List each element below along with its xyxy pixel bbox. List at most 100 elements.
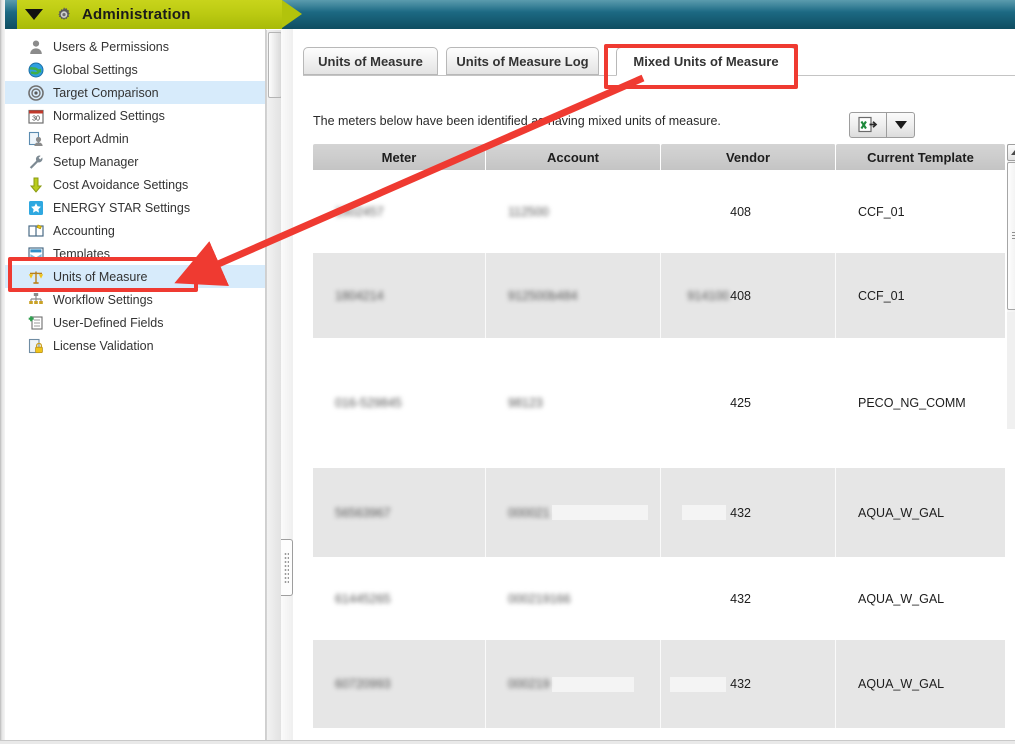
table-row[interactable]: 61445265 000219166 432 AQUA_W_GAL bbox=[313, 557, 1005, 640]
cell-value-redacted: 000219 bbox=[508, 677, 550, 691]
add-field-icon bbox=[27, 314, 45, 332]
sidebar-item-label: Report Admin bbox=[53, 132, 129, 146]
tab-label: Units of Measure bbox=[318, 54, 423, 69]
cell-value-redacted: 1804214 bbox=[335, 289, 384, 303]
sidebar-item-label: Users & Permissions bbox=[53, 40, 169, 54]
down-arrow-icon bbox=[27, 176, 45, 194]
globe-icon bbox=[27, 61, 45, 79]
cell-vendor: 432 bbox=[661, 468, 836, 557]
cell-value: AQUA_W_GAL bbox=[858, 506, 944, 520]
balance-scale-icon bbox=[27, 268, 45, 286]
sidebar-item-workflow-settings[interactable]: Workflow Settings bbox=[5, 288, 265, 311]
sidebar-item-report-admin[interactable]: Report Admin bbox=[5, 127, 265, 150]
top-header-bar: Administration bbox=[5, 0, 1015, 29]
cell-current-template: CCF_01 bbox=[836, 253, 1005, 338]
cell-vendor: 408 bbox=[661, 171, 836, 253]
cell-current-template: PECO_NG_COMM bbox=[836, 338, 1005, 468]
cell-value-redacted: 016-529845 bbox=[335, 396, 402, 410]
cell-value: 425 bbox=[730, 396, 751, 410]
table-row[interactable]: 1802457 112500 408 CCF_01 bbox=[313, 171, 1005, 253]
sidebar-item-license-validation[interactable]: License Validation bbox=[5, 334, 265, 357]
page-title: Administration bbox=[82, 6, 191, 23]
sidebar-scrollbar-thumb[interactable] bbox=[268, 32, 282, 98]
caret-up-icon bbox=[1011, 150, 1015, 155]
sidebar-item-accounting[interactable]: Accounting bbox=[5, 219, 265, 242]
sidebar-item-energy-star-settings[interactable]: ENERGY STAR Settings bbox=[5, 196, 265, 219]
tab-units-of-measure-log[interactable]: Units of Measure Log bbox=[446, 47, 599, 75]
cell-account: 912500b484 bbox=[486, 253, 661, 338]
cell-meter: 60720993 bbox=[313, 640, 486, 728]
grip-lines-icon bbox=[1012, 232, 1015, 241]
tab-label: Mixed Units of Measure bbox=[633, 54, 778, 69]
sidebar-item-setup-manager[interactable]: Setup Manager bbox=[5, 150, 265, 173]
cell-value: 432 bbox=[730, 677, 751, 691]
cell-current-template: AQUA_W_GAL bbox=[836, 640, 1005, 728]
table-scrollbar[interactable] bbox=[1007, 144, 1015, 429]
table-row[interactable]: 56563967 000021 432 AQUA_W_GAL bbox=[313, 468, 1005, 557]
administration-banner[interactable]: Administration bbox=[17, 0, 282, 29]
table-row[interactable]: 1804214 912500b484 914100408 CCF_01 bbox=[313, 253, 1005, 338]
tab-bar: Units of Measure Units of Measure Log Mi… bbox=[303, 47, 1015, 77]
sidebar-item-label: Workflow Settings bbox=[53, 293, 153, 307]
column-header-label: Meter bbox=[382, 150, 417, 165]
wrench-icon bbox=[27, 153, 45, 171]
column-header-current-template: Current Template bbox=[836, 144, 1005, 170]
export-dropdown-button[interactable] bbox=[887, 112, 915, 138]
cell-account: 98123 bbox=[486, 338, 661, 468]
user-icon bbox=[27, 38, 45, 56]
sidebar-item-label: Cost Avoidance Settings bbox=[53, 178, 188, 192]
cell-value-redacted: 1802457 bbox=[335, 205, 384, 219]
triangle-down-icon[interactable] bbox=[25, 9, 43, 20]
table-header-row: Meter Account Vendor Current Template bbox=[313, 144, 1005, 170]
sidebar-nav: Users & Permissions Global Settings Targ… bbox=[5, 29, 266, 744]
cell-value: CCF_01 bbox=[858, 205, 905, 219]
sidebar-item-label: Accounting bbox=[53, 224, 115, 238]
ledger-book-icon bbox=[27, 222, 45, 240]
sidebar-item-templates[interactable]: Templates bbox=[5, 242, 265, 265]
subtitle-text: The meters below have been identified as… bbox=[313, 114, 721, 128]
sidebar-item-global-settings[interactable]: Global Settings bbox=[5, 58, 265, 81]
tab-mixed-units-of-measure[interactable]: Mixed Units of Measure bbox=[616, 47, 796, 76]
cell-vendor: 432 bbox=[661, 557, 836, 640]
cell-account: 000219166 bbox=[486, 557, 661, 640]
sidebar-item-user-defined-fields[interactable]: User-Defined Fields bbox=[5, 311, 265, 334]
sidebar-item-label: ENERGY STAR Settings bbox=[53, 201, 190, 215]
table-scrollbar-thumb[interactable] bbox=[1007, 162, 1015, 310]
sidebar-item-label: License Validation bbox=[53, 339, 154, 353]
collapse-panel-handle[interactable] bbox=[281, 539, 293, 596]
column-header-meter: Meter bbox=[313, 144, 486, 170]
mixed-units-table: Meter Account Vendor Current Template 18… bbox=[313, 144, 1007, 744]
report-user-icon bbox=[27, 130, 45, 148]
sidebar-item-users-permissions[interactable]: Users & Permissions bbox=[5, 35, 265, 58]
table-row[interactable]: 016-529845 98123 425 PECO_NG_COMM bbox=[313, 338, 1005, 468]
template-icon bbox=[27, 245, 45, 263]
sidebar-item-cost-avoidance-settings[interactable]: Cost Avoidance Settings bbox=[5, 173, 265, 196]
table-row[interactable]: 60720993 000219 432 AQUA_W_GAL bbox=[313, 640, 1005, 728]
sidebar-item-label: Global Settings bbox=[53, 63, 138, 77]
table-scrollbar-track[interactable] bbox=[1007, 312, 1015, 429]
scroll-up-button[interactable] bbox=[1007, 144, 1015, 161]
cell-value: CCF_01 bbox=[858, 289, 905, 303]
cell-value: 432 bbox=[730, 592, 751, 606]
column-header-label: Current Template bbox=[867, 150, 974, 165]
cell-value: 432 bbox=[730, 506, 751, 520]
grip-dots-icon bbox=[284, 552, 289, 584]
cell-account: 000219 bbox=[486, 640, 661, 728]
cell-value: 408 bbox=[730, 205, 751, 219]
sidebar-item-normalized-settings[interactable]: 30 Normalized Settings bbox=[5, 104, 265, 127]
cell-value: 408 bbox=[730, 289, 751, 303]
cell-value-redacted: 60720993 bbox=[335, 677, 391, 691]
sidebar-item-target-comparison[interactable]: Target Comparison bbox=[5, 81, 265, 104]
sidebar-item-units-of-measure[interactable]: Units of Measure bbox=[5, 265, 265, 288]
sidebar-item-label: Templates bbox=[53, 247, 110, 261]
sidebar-item-label: Setup Manager bbox=[53, 155, 138, 169]
tab-units-of-measure[interactable]: Units of Measure bbox=[303, 47, 438, 75]
column-header-vendor: Vendor bbox=[661, 144, 836, 170]
export-excel-button[interactable] bbox=[849, 112, 887, 138]
cell-vendor: 432 bbox=[661, 640, 836, 728]
sidebar-scrollbar[interactable] bbox=[266, 30, 282, 744]
cell-vendor: 425 bbox=[661, 338, 836, 468]
cell-meter: 1804214 bbox=[313, 253, 486, 338]
column-header-label: Account bbox=[547, 150, 599, 165]
sidebar-item-label: Units of Measure bbox=[53, 270, 147, 284]
